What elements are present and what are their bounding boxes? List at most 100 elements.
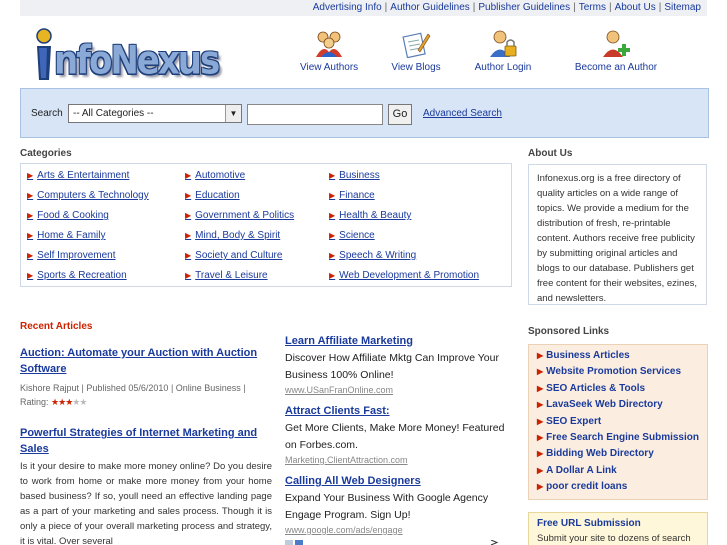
free-url-submission-box: Free URL Submission Submit your site to … (528, 512, 708, 545)
ad-description: Expand Your Business With Google Agency … (285, 492, 489, 521)
bullet-arrow-icon: ▶ (537, 367, 544, 377)
ad-description: Discover How Affiliate Mktg Can Improve … (285, 352, 499, 381)
category-link[interactable]: ▶ Government & Politics (185, 210, 294, 221)
categories-box: ▶ Arts & Entertainment ▶ Computers & Techn… (20, 163, 512, 287)
category-select[interactable]: -- All Categories -- ▼ (68, 104, 242, 123)
bullet-arrow-icon: ▶ (329, 271, 336, 280)
category-link[interactable]: ▶ Home & Family (27, 230, 106, 241)
bullet-arrow-icon: ▶ (27, 211, 34, 220)
categories-heading: Categories (20, 148, 72, 159)
ad-title-link[interactable]: Attract Clients Fast: (285, 404, 505, 418)
author-login-icon (490, 30, 517, 57)
bullet-arrow-icon: ▶ (537, 433, 544, 443)
author-login-link[interactable]: Author Login (472, 30, 534, 73)
category-link[interactable]: ▶ Science (329, 230, 375, 241)
category-link[interactable]: ▶ Society and Culture (185, 250, 282, 261)
article-excerpt: Is it your desire to make more money onl… (20, 461, 272, 545)
category-link[interactable]: ▶ Finance (329, 190, 375, 201)
go-button[interactable]: Go (388, 104, 412, 125)
about-text: Infonexus.org is a free directory of qua… (528, 164, 707, 305)
bullet-arrow-icon: ▶ (185, 191, 192, 200)
ad-description: Get More Clients, Make More Money! Featu… (285, 422, 505, 451)
bullet-arrow-icon: ▶ (537, 400, 544, 410)
nav-author-guidelines[interactable]: Author Guidelines (390, 2, 470, 13)
nav-advertising-info[interactable]: Advertising Info (313, 2, 382, 13)
bullet-arrow-icon: ▶ (329, 171, 336, 180)
text-ad: Calling All Web Designers Expand Your Bu… (285, 474, 505, 536)
free-url-submission-link[interactable]: Free URL Submission (537, 518, 699, 529)
blogs-icon (402, 32, 431, 58)
star-empty-icon: ★ (79, 397, 87, 407)
category-link[interactable]: ▶ Computers & Technology (27, 190, 149, 201)
sponsored-link[interactable]: ▶ Free Search Engine Submission (537, 430, 699, 446)
nav-terms[interactable]: Terms (579, 2, 606, 13)
authors-icon (316, 31, 342, 57)
bullet-arrow-icon: ▶ (329, 191, 336, 200)
category-link[interactable]: ▶ Sports & Recreation (27, 270, 127, 281)
sponsored-heading: Sponsored Links (528, 326, 610, 337)
advanced-search-link[interactable]: Advanced Search (423, 108, 502, 119)
bullet-arrow-icon: ▶ (329, 251, 336, 260)
nav-sitemap[interactable]: Sitemap (664, 2, 701, 13)
category-link[interactable]: ▶ Mind, Body & Spirit (185, 230, 280, 241)
bullet-arrow-icon: ▶ (329, 211, 336, 220)
free-url-description: Submit your site to dozens of search (537, 533, 691, 544)
category-link[interactable]: ▶ Health & Beauty (329, 210, 411, 221)
bullet-arrow-icon: ▶ (185, 171, 192, 180)
category-link[interactable]: ▶ Food & Cooking (27, 210, 109, 221)
bullet-arrow-icon: ▶ (27, 191, 34, 200)
bullet-arrow-icon: ▶ (27, 231, 34, 240)
ad-url-link[interactable]: www.USanFranOnline.com (285, 384, 505, 396)
sponsored-link[interactable]: ▶ Website Promotion Services (537, 364, 699, 380)
search-bar: Search -- All Categories -- ▼ Go Advance… (20, 88, 709, 138)
category-link[interactable]: ▶ Education (185, 190, 240, 201)
sponsored-link[interactable]: ▶ A Dollar A Link (537, 463, 699, 479)
sponsored-links-box: ▶ Business Articles ▶ Website Promotion Se… (528, 344, 708, 500)
nav-publisher-guidelines[interactable]: Publisher Guidelines (478, 2, 570, 13)
bullet-arrow-icon: ▶ (185, 231, 192, 240)
sponsored-link[interactable]: ▶ SEO Articles & Tools (537, 381, 699, 397)
bullet-arrow-icon: ▶ (27, 251, 34, 260)
article-title-link[interactable]: Powerful Strategies of Internet Marketin… (20, 425, 270, 457)
category-link[interactable]: ▶ Business (329, 170, 380, 181)
bullet-arrow-icon: ▶ (185, 211, 192, 220)
ad-url-link[interactable]: Marketing.ClientAttraction.com (285, 454, 505, 466)
article-title-link[interactable]: Auction: Automate your Auction with Auct… (20, 345, 270, 377)
bullet-arrow-icon: ▶ (185, 251, 192, 260)
site-logo[interactable]: nfoNexus (22, 24, 220, 88)
view-blogs-link[interactable]: View Blogs (388, 30, 444, 73)
become-author-icon (603, 30, 630, 57)
sponsored-link[interactable]: ▶ LavaSeek Web Directory (537, 397, 699, 413)
category-link[interactable]: ▶ Speech & Writing (329, 250, 416, 261)
search-label: Search (31, 108, 63, 119)
category-select-value: -- All Categories -- (73, 108, 154, 119)
chevron-down-icon[interactable]: ▼ (225, 105, 241, 122)
bullet-arrow-icon: ▶ (329, 231, 336, 240)
bullet-arrow-icon: ▶ (537, 449, 544, 459)
become-author-link[interactable]: Become an Author (571, 30, 661, 73)
nav-about-us[interactable]: About Us (615, 2, 656, 13)
search-input[interactable] (247, 104, 383, 125)
adchoices-icon[interactable] (285, 540, 505, 545)
text-ad: Attract Clients Fast: Get More Clients, … (285, 404, 505, 466)
bullet-arrow-icon: ▶ (537, 416, 544, 426)
category-link[interactable]: ▶ Self Improvement (27, 250, 116, 261)
sponsored-link[interactable]: ▶ Business Articles (537, 348, 699, 364)
category-link[interactable]: ▶ Automotive (185, 170, 245, 181)
article-meta: Kishore Rajput | Published 05/6/2010 | O… (20, 381, 272, 409)
about-heading: About Us (528, 148, 573, 159)
recent-articles-heading: Recent Articles (20, 321, 93, 332)
category-link[interactable]: ▶ Web Development & Promotion (329, 270, 479, 281)
bullet-arrow-icon: ▶ (537, 351, 544, 360)
category-link[interactable]: ▶ Arts & Entertainment (27, 170, 129, 181)
ad-url-link[interactable]: www.google.com/ads/engage (285, 524, 505, 536)
sponsored-link[interactable]: ▶ Bidding Web Directory (537, 446, 699, 462)
category-link[interactable]: ▶ Travel & Leisure (185, 270, 268, 281)
ad-title-link[interactable]: Learn Affiliate Marketing (285, 334, 505, 348)
sponsored-link[interactable]: ▶ SEO Expert (537, 414, 699, 430)
bullet-arrow-icon: ▶ (537, 482, 544, 492)
view-authors-link[interactable]: View Authors (300, 30, 358, 73)
ad-title-link[interactable]: Calling All Web Designers (285, 474, 505, 488)
top-nav: Advertising Info | Author Guidelines | Publi… (20, 0, 707, 16)
sponsored-link[interactable]: ▶ poor credit loans (537, 479, 699, 495)
